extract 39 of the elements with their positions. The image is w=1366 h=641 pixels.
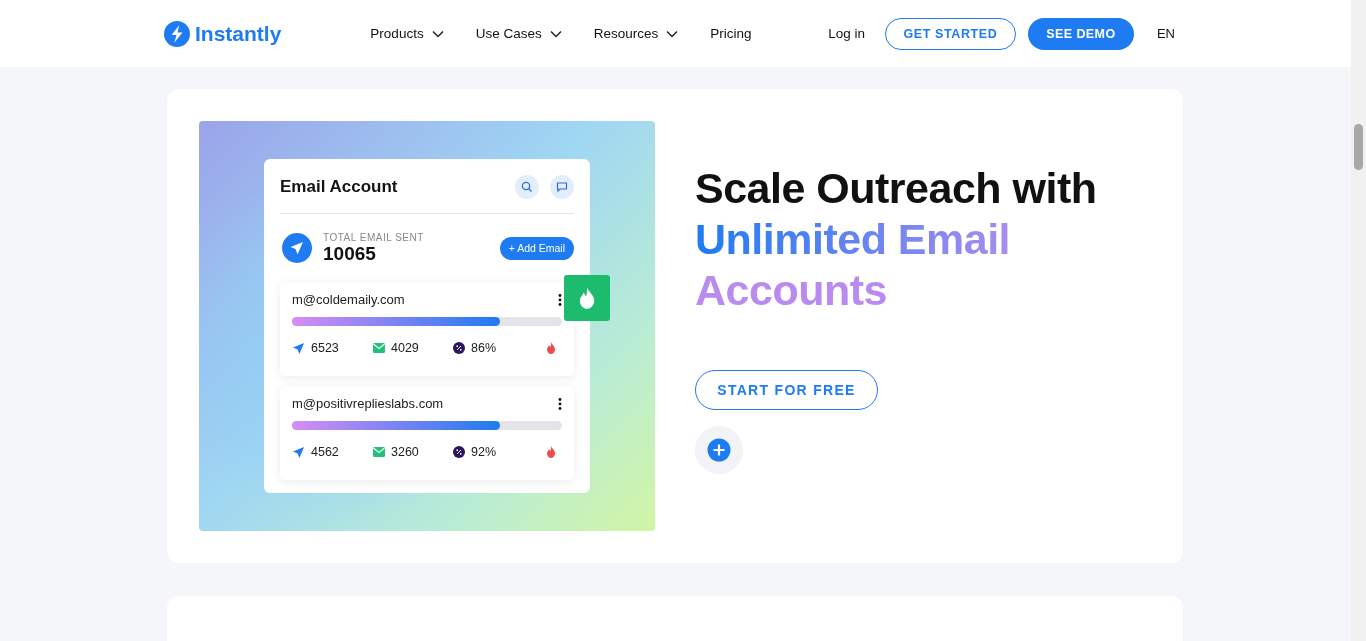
rate-value: 86% [471, 341, 498, 355]
nav-link[interactable]: Resources [593, 26, 679, 41]
nav-link[interactable]: Pricing [710, 26, 752, 41]
account-email: m@coldemaily.com [292, 292, 405, 307]
rate-value: 92% [471, 445, 498, 459]
hero-heading: Scale Outreach with Unlimited Email Accounts [695, 163, 1097, 316]
replied-count: 4029 [391, 341, 420, 355]
logo-text[interactable]: Instantly [195, 21, 282, 46]
paper-plane-icon [282, 233, 312, 263]
percent-icon [453, 342, 465, 354]
add-email-button[interactable]: + Add Email [499, 236, 574, 260]
sent-count: 4562 [311, 445, 340, 459]
language-selector[interactable]: EN [1156, 26, 1175, 41]
total-count: 10065 [323, 243, 377, 264]
plus-icon[interactable] [695, 426, 743, 474]
get-started-button[interactable]: GET STARTED [884, 17, 1016, 50]
sent-count: 6523 [311, 341, 340, 355]
kebab-menu-icon[interactable] [558, 293, 562, 306]
start-for-free-button[interactable]: START FOR FREE [695, 370, 878, 410]
flame-icon [546, 446, 556, 458]
account-email: m@positivreplieslabs.com [292, 396, 444, 411]
see-demo-button[interactable]: SEE DEMO [1027, 17, 1134, 50]
envelope-icon [373, 343, 385, 353]
lightning-bolt-icon[interactable] [164, 20, 190, 47]
card-title: Email Account [280, 177, 398, 197]
replied-count: 3260 [391, 445, 420, 459]
nav-link[interactable]: Products [370, 26, 444, 41]
paper-plane-icon [292, 445, 305, 459]
kebab-menu-icon[interactable] [558, 397, 562, 410]
nav-link[interactable]: Use Cases [475, 26, 562, 41]
search-icon[interactable] [515, 175, 539, 199]
message-icon[interactable] [550, 175, 574, 199]
paper-plane-icon [292, 341, 305, 355]
flame-icon [546, 342, 556, 354]
login-link[interactable]: Log in [828, 26, 865, 41]
total-label: TOTAL EMAIL SENT [323, 232, 424, 243]
envelope-icon [373, 447, 385, 457]
scrollbar[interactable] [1351, 0, 1366, 641]
percent-icon [453, 446, 465, 458]
